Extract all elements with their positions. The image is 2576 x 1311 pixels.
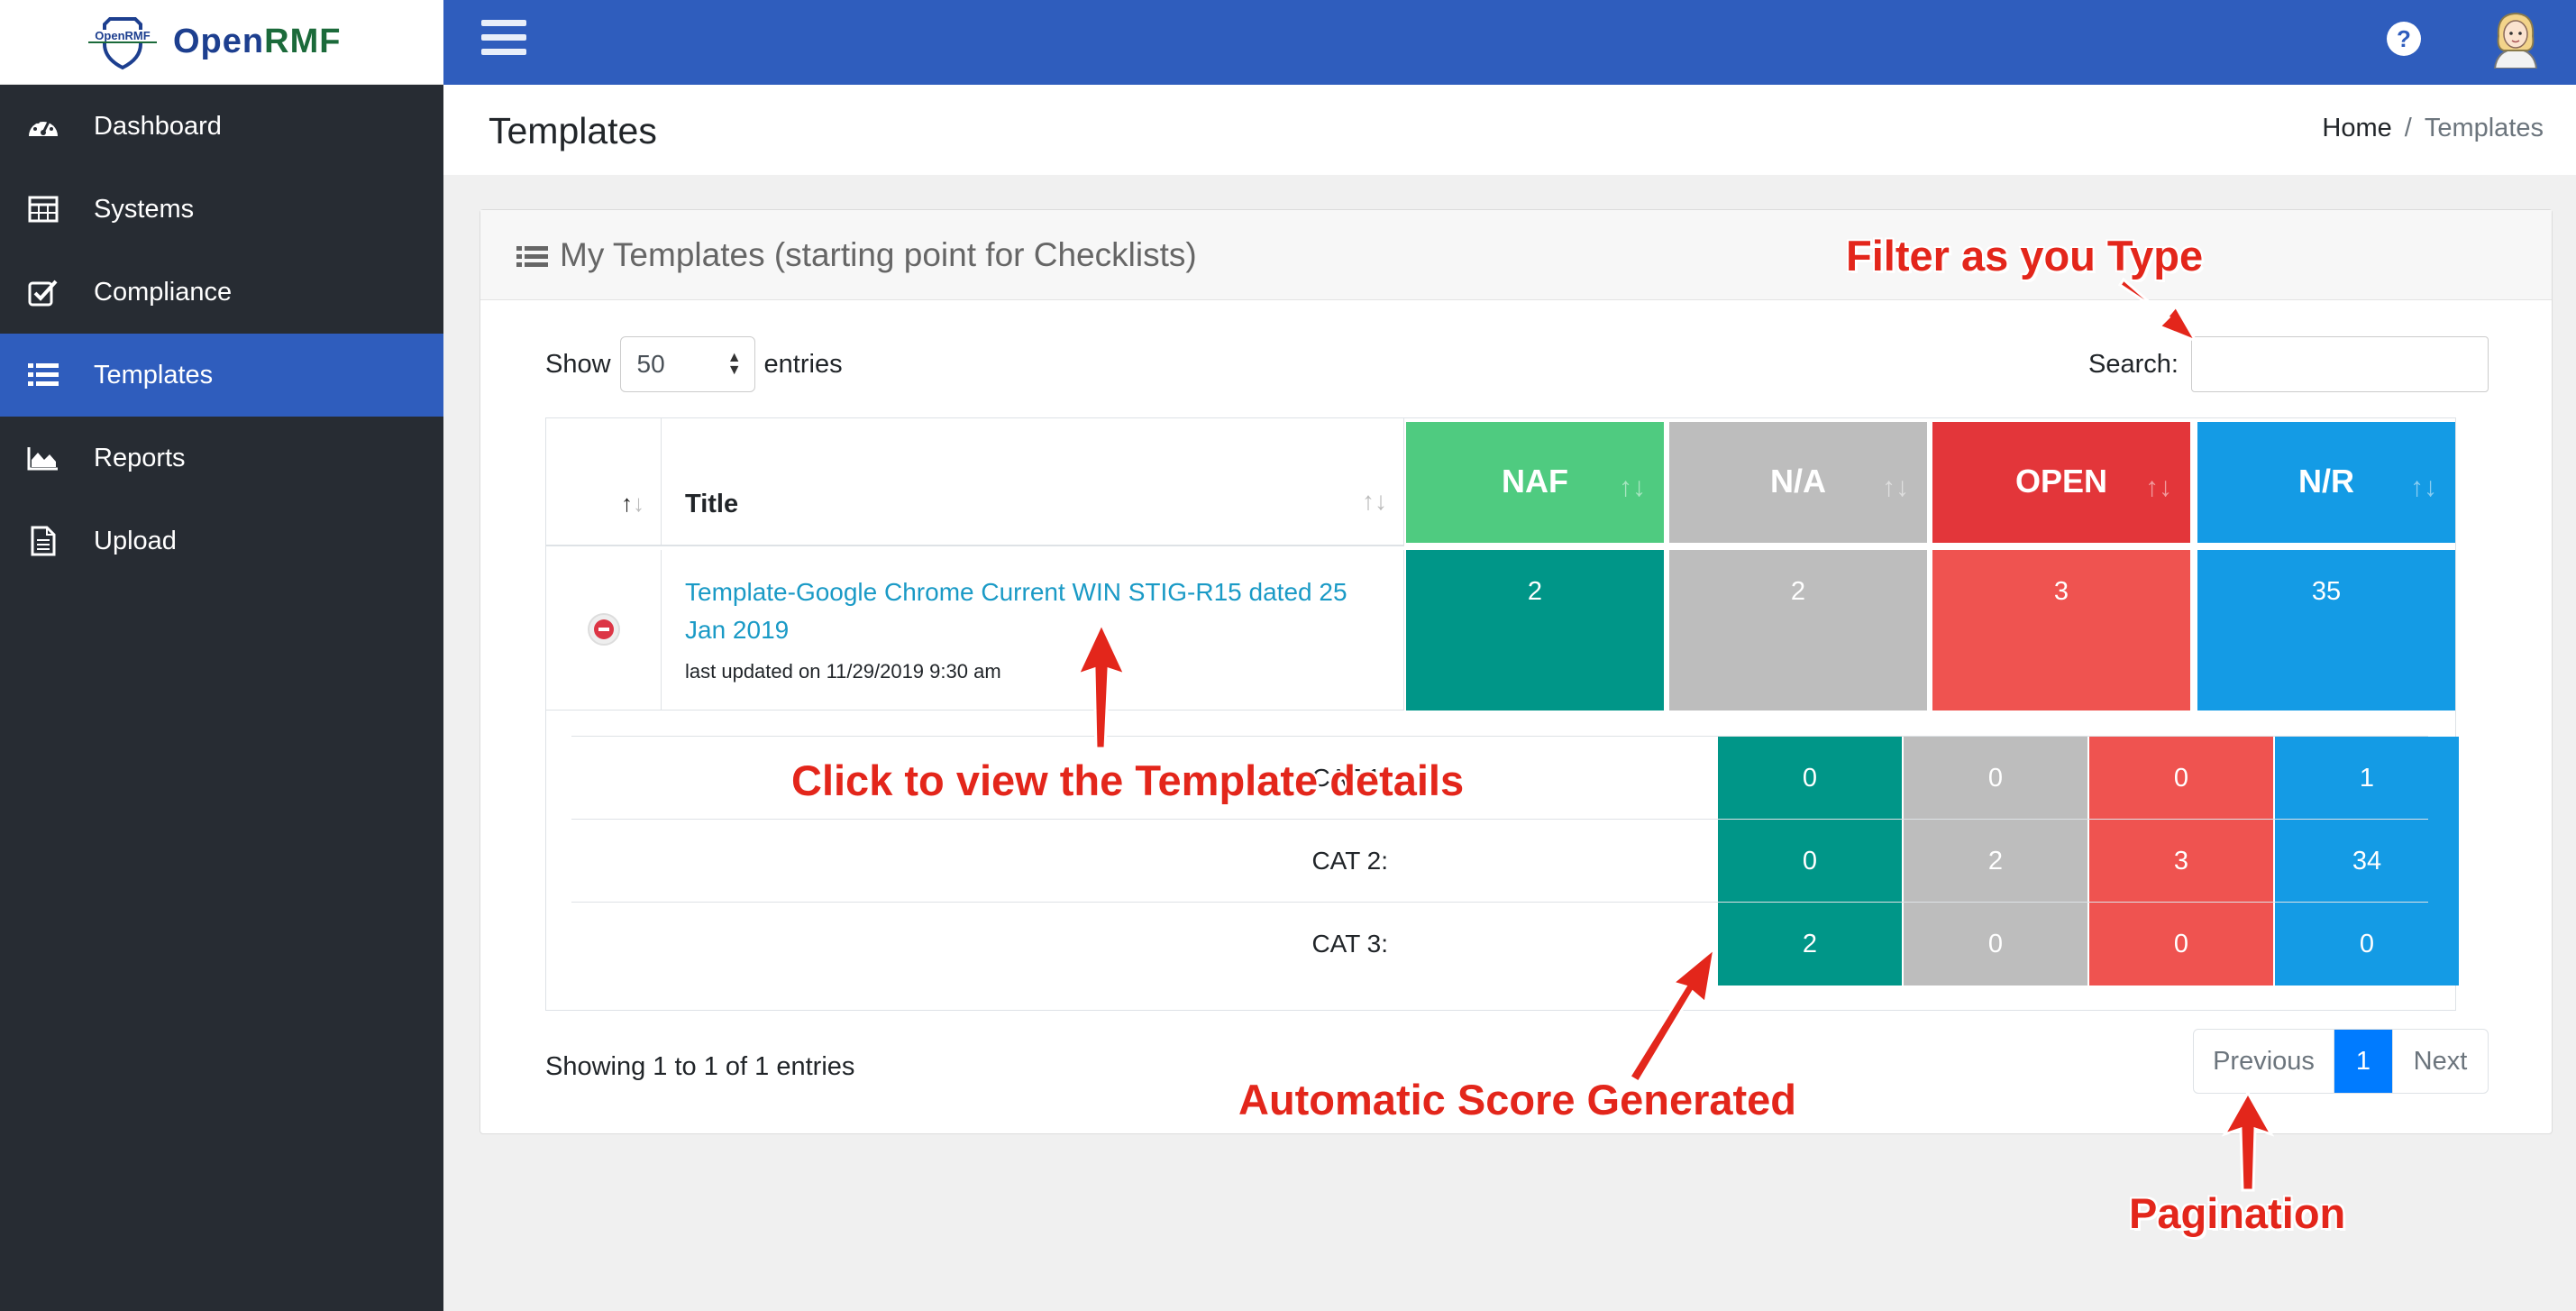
cat-label: CAT 2: (1311, 847, 1388, 875)
sort-asc-icon: ↑↓ (621, 490, 644, 517)
card-title: My Templates (starting point for Checkli… (560, 235, 1197, 273)
avatar[interactable] (2488, 9, 2544, 69)
cat-naf-cell: 2 (1718, 903, 1902, 986)
sort-icon: ↑↓ (1619, 472, 1646, 502)
search-label: Search: (2088, 349, 2179, 379)
title-column-header[interactable]: Title ↑↓ (662, 418, 1404, 546)
cat-open-cell: 0 (2089, 737, 2273, 820)
sort-icon: ↑↓ (2145, 472, 2172, 502)
template-title-link[interactable]: Template-Google Chrome Current WIN STIG-… (685, 573, 1388, 649)
cat-na-cell: 0 (1904, 903, 2087, 986)
select-arrows-icon: ▲ ▼ (726, 350, 742, 378)
nr-column-header[interactable]: N/R ↑↓ (2197, 422, 2455, 543)
cat-nr-cell: 0 (2275, 903, 2459, 986)
remove-icon[interactable] (588, 613, 620, 646)
cat-3-row: CAT 3: 2 0 0 0 (571, 902, 2459, 986)
entries-select-value: 50 (636, 350, 665, 378)
cat-na-cell: 0 (1904, 737, 2087, 820)
naf-header-label: NAF (1502, 463, 1568, 500)
cat-label: CAT 3: (1311, 930, 1388, 958)
na-count: 2 (1669, 550, 1927, 711)
search-control: Search: (2088, 336, 2489, 392)
pagination: Previous 1 Next (2193, 1029, 2489, 1094)
breadcrumb-separator: / (2404, 114, 2412, 142)
cat-open-cell: 3 (2089, 820, 2273, 903)
sidebar: OpenRMF OpenRMF Dashboard Systems Compli… (0, 0, 443, 1311)
help-icon[interactable]: ? (2387, 22, 2421, 56)
search-input[interactable] (2191, 336, 2489, 392)
naf-count: 2 (1406, 550, 1664, 711)
cat-nr-cell: 1 (2275, 737, 2459, 820)
sort-column-header[interactable]: ↑↓ (546, 418, 662, 546)
cat-naf-cell: 0 (1718, 737, 1902, 820)
cat-na-cell: 2 (1904, 820, 2087, 903)
sidebar-item-label: Systems (94, 194, 195, 224)
top-navbar: ? (443, 0, 2576, 85)
sidebar-item-label: Upload (94, 526, 177, 555)
list-icon (516, 241, 551, 270)
cat-open-cell: 0 (2089, 903, 2273, 986)
sort-icon: ↑↓ (2410, 472, 2437, 502)
sidebar-item-label: Dashboard (94, 111, 222, 141)
page-title: Templates (489, 110, 657, 151)
openrmf-logo-icon: OpenRMF (83, 14, 162, 71)
sidebar-item-templates[interactable]: Templates (0, 334, 443, 417)
sidebar-item-upload[interactable]: Upload (0, 500, 443, 582)
na-header-label: N/A (1770, 463, 1826, 500)
sidebar-item-systems[interactable]: Systems (0, 168, 443, 251)
table-icon (25, 191, 61, 227)
brand-name: OpenRMF (173, 23, 342, 60)
entries-length-control: Show 50 ▲ ▼ entries (545, 336, 843, 392)
svg-text:OpenRMF: OpenRMF (95, 29, 150, 42)
annotation-click: Click to view the Template details (791, 756, 1465, 804)
file-icon (25, 523, 61, 559)
hamburger-menu-icon[interactable] (481, 20, 526, 61)
area-chart-icon (25, 440, 61, 476)
show-label: Show (545, 349, 611, 379)
nr-header-label: N/R (2298, 463, 2354, 500)
dashboard-icon (25, 108, 61, 144)
open-column-header[interactable]: OPEN ↑↓ (1932, 422, 2190, 543)
sort-icon: ↑↓ (1362, 487, 1387, 515)
entries-label: entries (763, 349, 843, 379)
sidebar-item-label: Reports (94, 443, 186, 472)
table-row-title-cell: Template-Google Chrome Current WIN STIG-… (662, 550, 1404, 711)
open-header-label: OPEN (2014, 463, 2108, 500)
cat-naf-cell: 0 (1718, 820, 1902, 903)
annotation-pagination: Pagination (2129, 1189, 2346, 1237)
page-header: Templates Home / Templates (443, 85, 2576, 175)
next-page-button[interactable]: Next (2392, 1030, 2488, 1093)
table-info-text: Showing 1 to 1 of 1 entries (545, 1052, 855, 1081)
annotation-score: Automatic Score Generated (1238, 1076, 1797, 1123)
na-column-header[interactable]: N/A ↑↓ (1669, 422, 1927, 543)
breadcrumb-home-link[interactable]: Home (2322, 114, 2391, 143)
templates-card: My Templates (starting point for Checkli… (480, 209, 2553, 1134)
templates-table: ↑↓ Title ↑↓ NAF ↑↓ N/A ↑↓ OPEN ↑↓ N/R ↑↓… (545, 417, 2459, 1011)
sidebar-item-compliance[interactable]: Compliance (0, 251, 443, 334)
page-1-button[interactable]: 1 (2334, 1030, 2392, 1093)
annotation-filter: Filter as you Type (1846, 232, 2204, 280)
checkbox-icon (25, 274, 61, 310)
breadcrumb-current: Templates (2424, 114, 2544, 142)
brand[interactable]: OpenRMF OpenRMF (0, 0, 443, 85)
title-header-label: Title (685, 490, 739, 518)
open-count: 3 (1932, 550, 2190, 711)
sidebar-item-dashboard[interactable]: Dashboard (0, 85, 443, 168)
previous-page-button[interactable]: Previous (2194, 1030, 2334, 1093)
sort-icon: ↑↓ (1882, 472, 1909, 502)
sidebar-item-label: Templates (94, 360, 214, 390)
sidebar-item-label: Compliance (94, 277, 233, 307)
sidebar-item-reports[interactable]: Reports (0, 417, 443, 500)
card-header: My Templates (starting point for Checkli… (480, 210, 2552, 300)
entries-select[interactable]: 50 ▲ ▼ (619, 336, 755, 392)
table-row-action-cell (546, 550, 662, 711)
nr-count: 35 (2197, 550, 2455, 711)
cat-nr-cell: 34 (2275, 820, 2459, 903)
template-updated-text: last updated on 11/29/2019 9:30 am (685, 660, 1001, 683)
list-icon (25, 357, 61, 393)
naf-column-header[interactable]: NAF ↑↓ (1406, 422, 1664, 543)
cat-2-row: CAT 2: 0 2 3 34 (571, 819, 2459, 903)
breadcrumb: Home / Templates (2322, 114, 2544, 143)
